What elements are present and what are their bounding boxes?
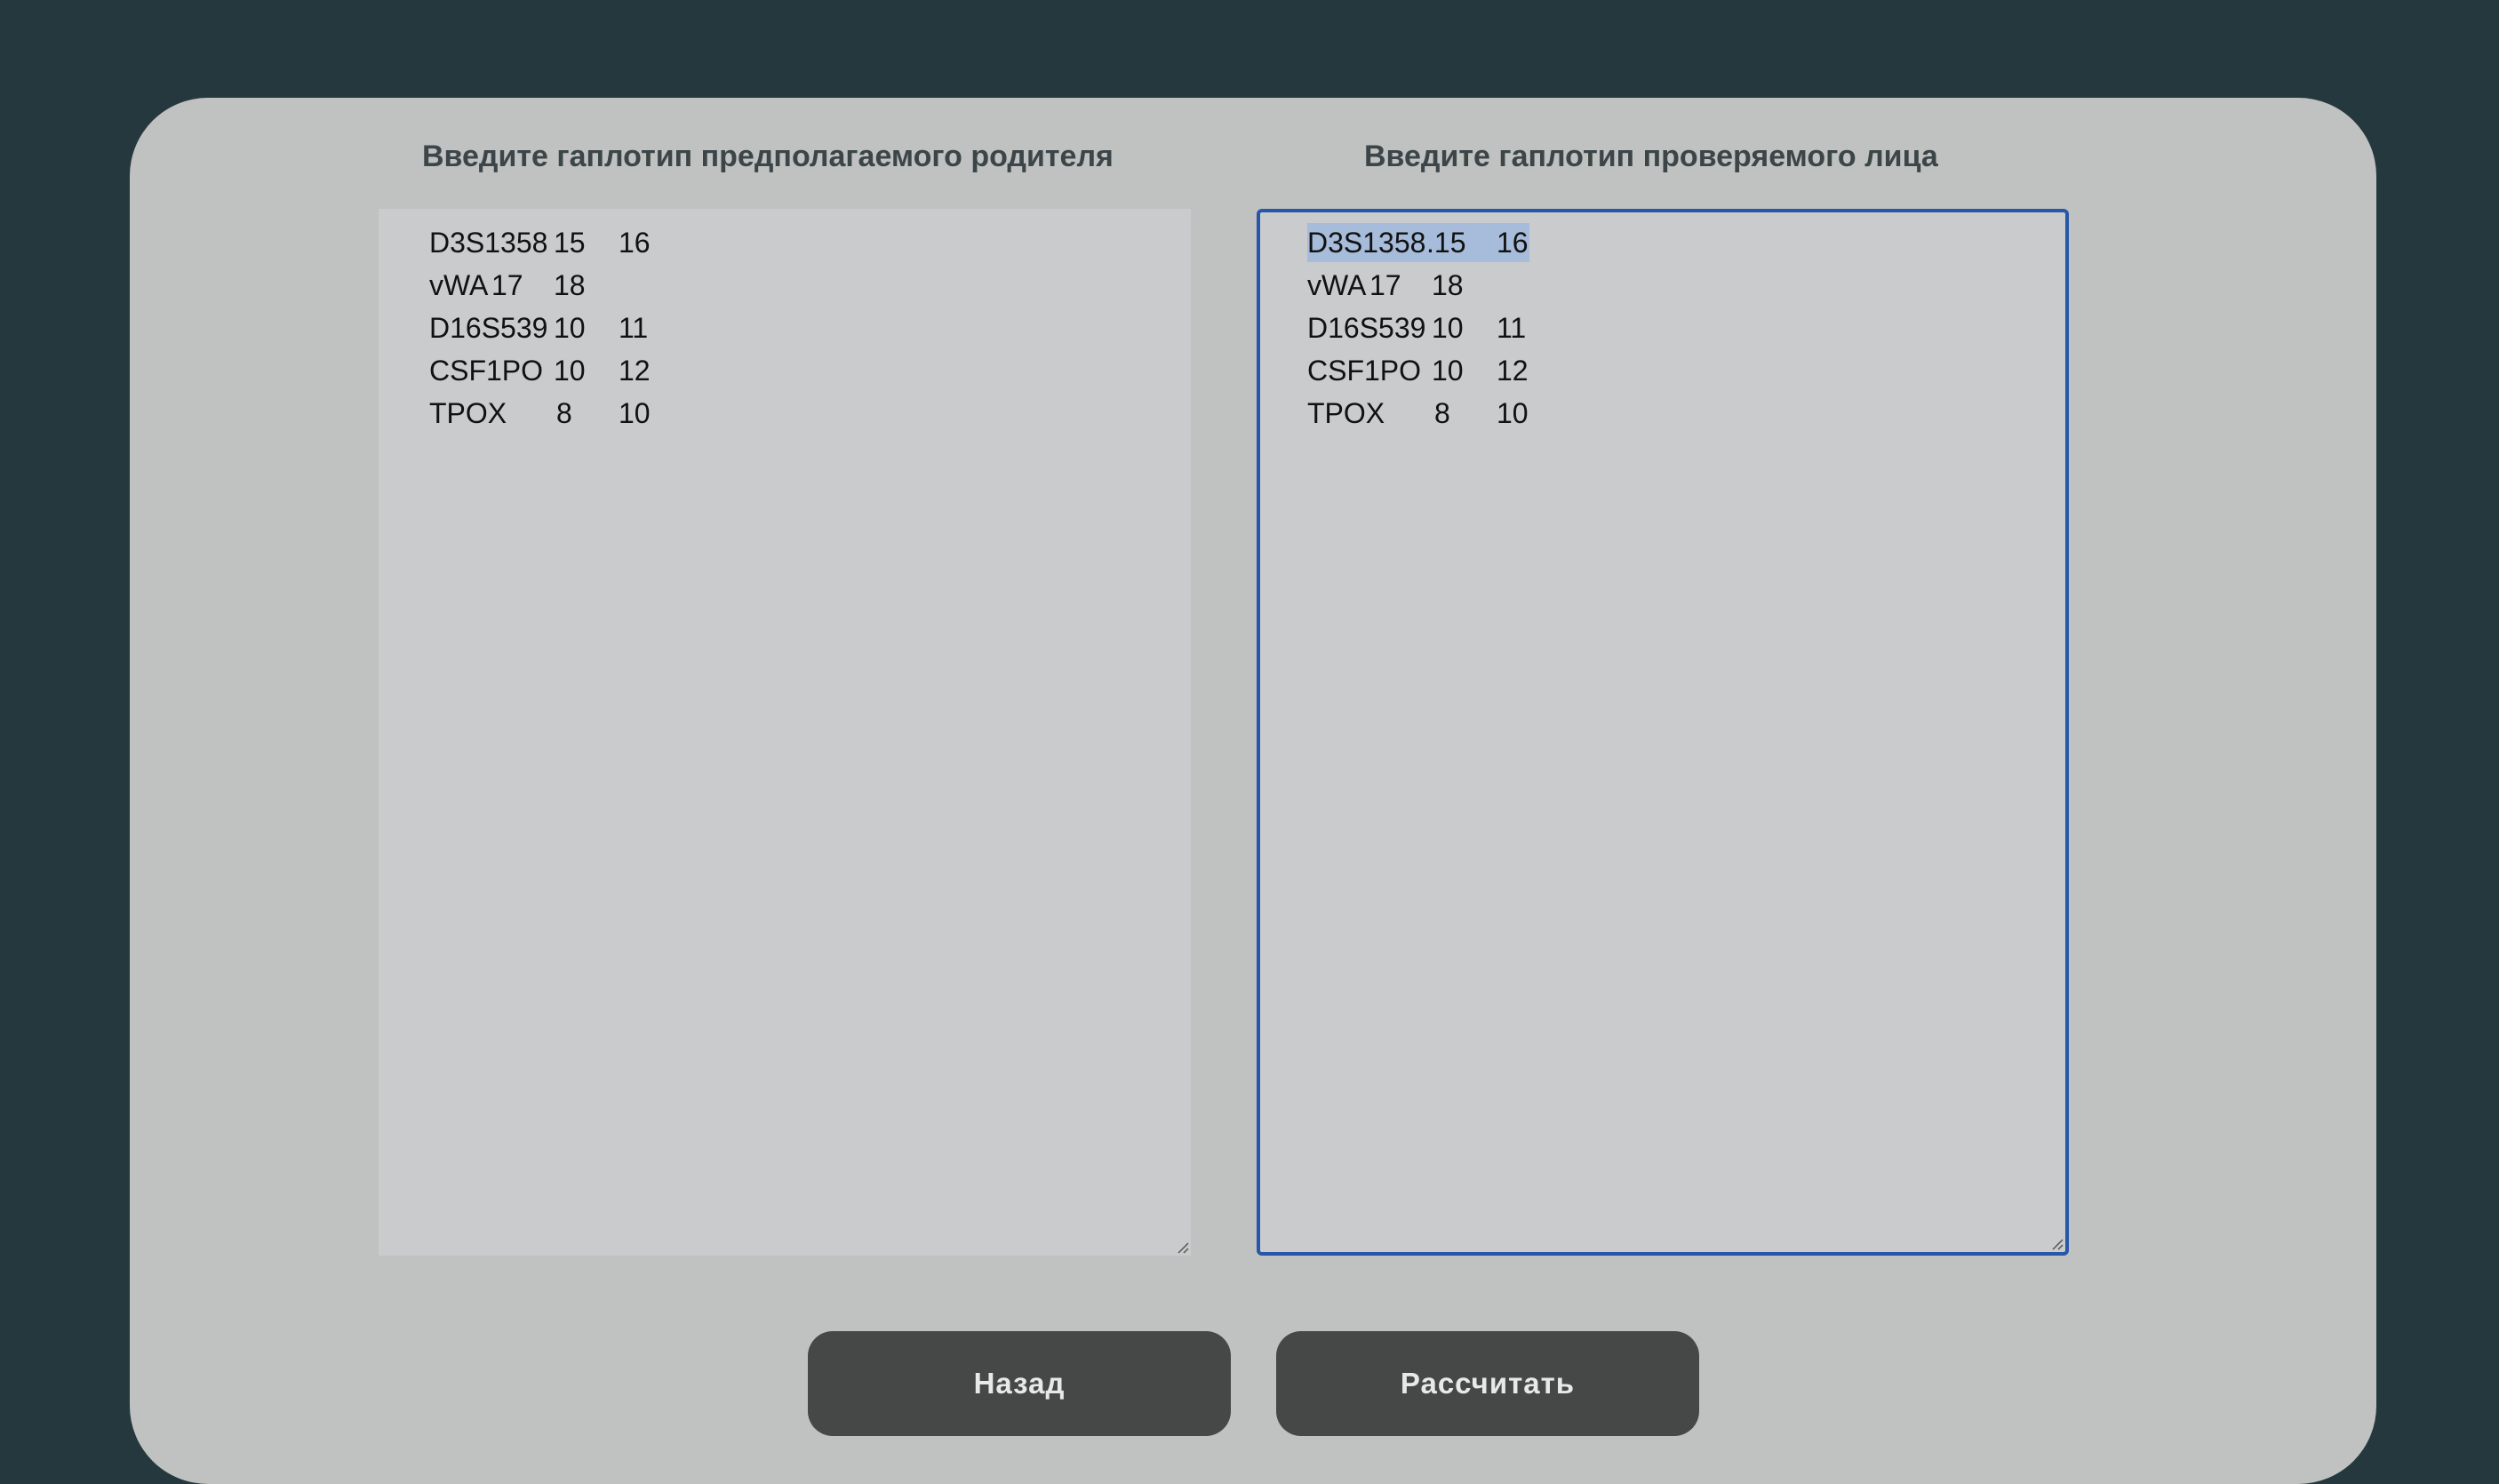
allele-2: 11 [619,312,649,344]
parent-haplotype-title: Введите гаплотип предполагаемого родител… [422,140,1114,173]
resize-grip-icon[interactable] [1175,1240,1189,1254]
allele-1: 10 [554,355,586,387]
locus-name: vWA [429,269,489,301]
allele-1: .15 [1426,227,1466,259]
locus-name: D3S1358 [429,227,548,259]
subject-haplotype-title: Введите гаплотип проверяемого лица [1364,140,1938,173]
resize-grip-icon[interactable] [2049,1236,2064,1250]
locus-name: TPOX [1307,397,1385,429]
locus-name: CSF1PO [429,355,544,387]
locus-name: CSF1PO [1307,355,1422,387]
allele-1: 15 [554,227,586,259]
allele-2: 18 [1432,269,1464,301]
allele-1: 10 [1432,312,1464,344]
back-button[interactable]: Назад [808,1331,1231,1436]
allele-1: 8 [1434,397,1450,429]
locus-name: D3S1358 [1307,227,1426,259]
allele-1: 10 [554,312,586,344]
allele-2: 18 [554,269,586,301]
allele-1: 17 [491,269,523,301]
allele-2: 10 [1497,397,1529,429]
allele-1: 8 [556,397,572,429]
calculate-button[interactable]: Рассчитать [1276,1331,1699,1436]
parent-haplotype-textarea[interactable]: D3S1358 15 16 vWA 17 18 D16S539 10 11 CS… [379,209,1191,1256]
allele-2: 16 [1497,227,1529,259]
locus-name: TPOX [429,397,507,429]
allele-1: 17 [1369,269,1401,301]
allele-1: 10 [1432,355,1464,387]
allele-2: 11 [1497,312,1527,344]
allele-2: 10 [619,397,651,429]
subject-haplotype-textarea[interactable]: D3S1358 .15 16 vWA 17 18 D16S539 10 11 C… [1257,209,2069,1256]
locus-name: vWA [1307,269,1367,301]
locus-name: D16S539 [1307,312,1426,344]
locus-name: D16S539 [429,312,548,344]
allele-2: 12 [1497,355,1529,387]
allele-2: 12 [619,355,651,387]
allele-2: 16 [619,227,651,259]
